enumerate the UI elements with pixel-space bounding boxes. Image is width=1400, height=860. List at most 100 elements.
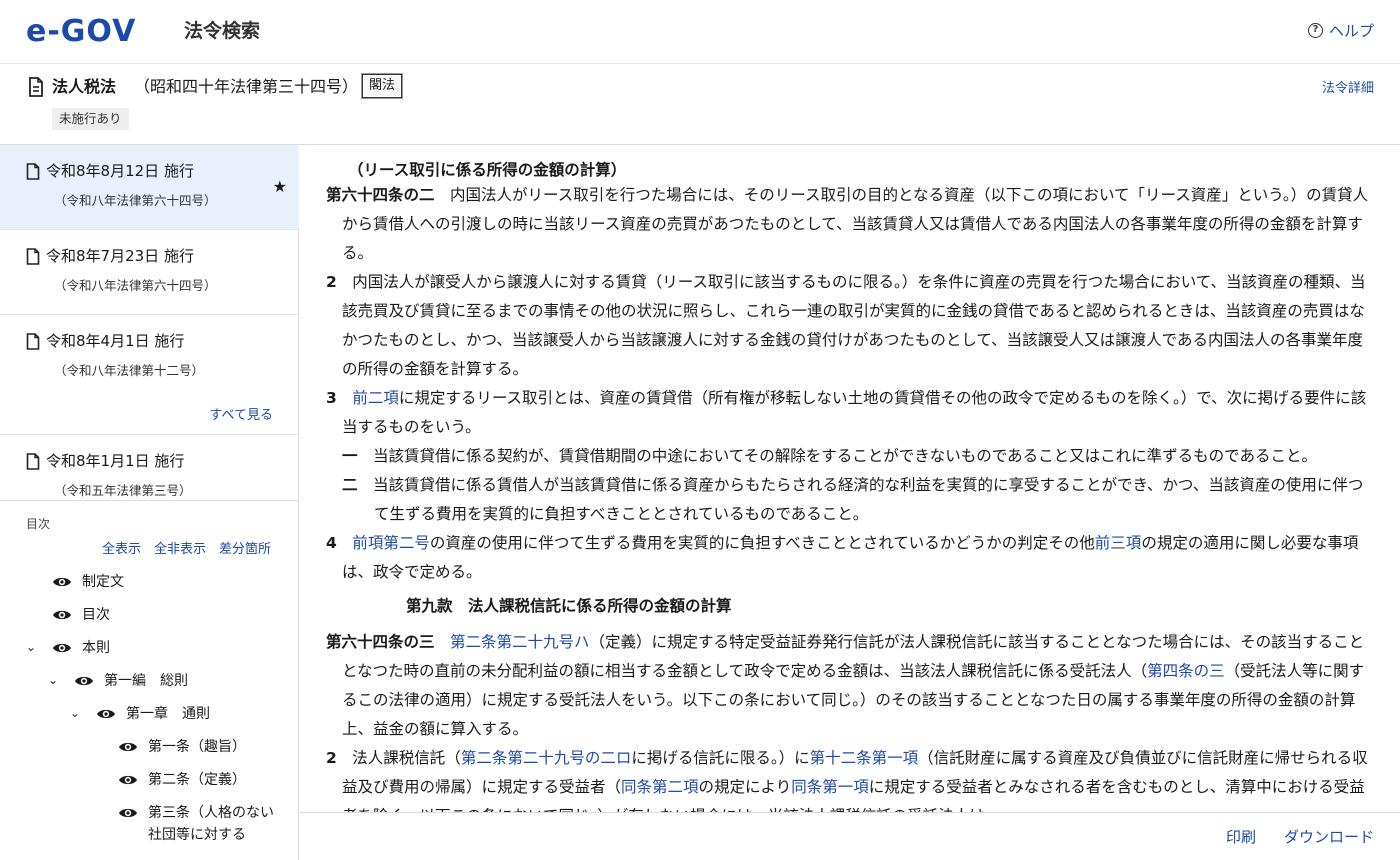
toc-item-label: 制定文	[82, 574, 124, 590]
version-item[interactable]: 令和8年7月23日 施行 （令和八年法律第六十四号）	[0, 230, 299, 315]
chevron-down-icon[interactable]: ⌄	[70, 706, 80, 720]
egov-logo[interactable]: e-GOV	[26, 14, 136, 50]
diff-link[interactable]: 差分箇所	[219, 538, 271, 557]
print-button[interactable]: 印刷	[1226, 826, 1256, 847]
document-icon	[26, 163, 40, 180]
article-paragraph: 第六十四条の三 第二条第二十九号ハ（定義）に規定する特定受益証券発行信託が法人課…	[326, 628, 1370, 744]
paragraph-number: 2	[326, 273, 337, 291]
table-of-contents: 目次 全表示 全非表示 差分箇所 制定文 目次 ⌄ 本則 ⌄ 第一編 総則 ⌄ …	[0, 502, 299, 860]
paragraph-text: に掲げる信託に限る。）に	[631, 749, 810, 767]
eye-icon[interactable]	[52, 641, 72, 655]
section-heading: 第九款 法人課税信託に係る所得の金額の計算	[406, 597, 732, 615]
paragraph-number: 3	[326, 389, 337, 407]
hide-all-link[interactable]: 全非表示	[154, 538, 206, 557]
reference-link[interactable]: 前二項	[352, 389, 399, 407]
version-law: （令和五年法律第三号）	[54, 483, 192, 498]
item-text: 当該賃貸借に係る契約が、賃貸借期間の中途においてその解除をすることができないもの…	[357, 447, 1317, 465]
toc-item-label: 第一章 通則	[126, 706, 210, 722]
toc-item[interactable]: 第一編 総則	[74, 670, 188, 692]
toc-item[interactable]: 第一章 通則	[96, 703, 210, 725]
help-circle-icon: ?	[1307, 23, 1323, 38]
document-icon	[26, 248, 40, 265]
download-button[interactable]: ダウンロード	[1284, 826, 1374, 847]
article-title: 第六十四条の三	[326, 633, 435, 651]
law-type-button[interactable]: 閣法	[362, 74, 403, 98]
toc-item[interactable]: 本則	[52, 637, 110, 659]
action-bar: 印刷 ダウンロード	[300, 812, 1400, 860]
logo-text: e-GOV	[26, 14, 137, 49]
reference-link[interactable]: 前三項	[1095, 534, 1142, 552]
reference-link[interactable]: 第二条第二十九号ハ	[450, 633, 590, 651]
paragraph-text: 内国法人が譲受人から譲渡人に対する賃貸（リース取引に該当するものに限る。）を条件…	[336, 273, 1366, 378]
toc-item[interactable]: 第二条（定義）	[118, 769, 246, 791]
article-caption: （リース取引に係る所得の金額の計算）	[348, 161, 627, 179]
document-icon	[26, 453, 40, 470]
paragraph-number: 2	[326, 749, 337, 767]
star-icon[interactable]: ★	[273, 177, 287, 196]
article-paragraph: 2 法人課税信託（第二条第二十九号の二ロに掲げる信託に限る。）に第十二条第一項（…	[326, 744, 1370, 812]
toc-item[interactable]: 第三条（人格のない社団等に対する	[118, 802, 278, 846]
reference-link[interactable]: 第十二条第一項	[810, 749, 919, 767]
status-badge: 未施行あり	[52, 108, 129, 130]
item-paragraph: 一 当該賃貸借に係る契約が、賃貸借期間の中途においてその解除をすることができない…	[342, 442, 1370, 471]
law-content: （リース取引に係る所得の金額の計算） 第六十四条の二 内国法人がリース取引を行つ…	[326, 159, 1370, 812]
law-name: 法人税法	[52, 77, 117, 96]
toc-label: 目次	[26, 517, 51, 531]
reference-link[interactable]: 同条第二項	[621, 778, 699, 796]
chevron-down-icon[interactable]: ⌄	[48, 673, 58, 687]
article-paragraph: 2 内国法人が譲受人から譲渡人に対する賃貸（リース取引に該当するものに限る。）を…	[326, 268, 1370, 384]
version-law: （令和八年法律第十二号）	[54, 363, 205, 378]
help-link[interactable]: ? ヘルプ	[1307, 20, 1374, 41]
eye-icon[interactable]	[74, 674, 94, 688]
version-law: （令和八年法律第六十四号）	[54, 193, 217, 208]
eye-icon[interactable]	[52, 575, 72, 589]
reference-link[interactable]: 前項第二号	[352, 534, 430, 552]
chevron-down-icon[interactable]: ⌄	[26, 640, 36, 654]
version-list[interactable]: 令和8年8月12日 施行 （令和八年法律第六十四号） ★ 令和8年7月23日 施…	[0, 145, 299, 501]
help-label: ヘルプ	[1328, 22, 1374, 40]
site-header: e-GOV 法令検索 ? ヘルプ	[0, 0, 1400, 64]
toc-item-label: 目次	[82, 607, 110, 623]
sidebar: 令和8年8月12日 施行 （令和八年法律第六十四号） ★ 令和8年7月23日 施…	[0, 145, 299, 860]
toc-actions: 全表示 全非表示 差分箇所	[102, 538, 271, 557]
toc-item-label: 第一編 総則	[104, 673, 188, 689]
toc-item-label: 第一条（趣旨）	[148, 739, 246, 755]
version-title: 令和8年1月1日 施行	[46, 452, 185, 470]
paragraph-text: の規定により	[698, 778, 792, 796]
item-text: 当該賃貸借に係る賃借人が当該賃貸借に係る資産からもたらされる経済的な利益を実質的…	[357, 476, 1364, 523]
document-icon	[29, 77, 43, 97]
toc-item[interactable]: 第一条（趣旨）	[118, 736, 246, 758]
toc-item[interactable]: 制定文	[52, 571, 124, 593]
eye-icon[interactable]	[52, 608, 72, 622]
version-title: 令和8年4月1日 施行	[46, 332, 185, 350]
paragraph-text: に規定するリース取引とは、資産の賃貸借（所有権が移転しない土地の賃貸借その他の政…	[342, 389, 1367, 436]
article-paragraph: 第六十四条の二 内国法人がリース取引を行つた場合には、そのリース取引の目的となる…	[326, 181, 1370, 268]
show-all-link[interactable]: 全表示	[102, 538, 141, 557]
document-icon	[26, 333, 40, 350]
toc-item-label: 第三条（人格のない社団等に対する	[148, 805, 274, 843]
toc-item[interactable]: 目次	[52, 604, 110, 626]
item-number: 一	[342, 447, 358, 465]
toc-item-label: 第二条（定義）	[148, 772, 246, 788]
law-title-bar: 法人税法 （昭和四十年法律第三十四号） 閣法 未施行あり 法令詳細	[0, 64, 1400, 145]
version-title: 令和8年7月23日 施行	[46, 247, 194, 265]
eye-icon[interactable]	[118, 806, 138, 820]
paragraph-text: 法人課税信託（	[336, 749, 461, 767]
reference-link[interactable]: 第四条の三	[1147, 662, 1225, 680]
paragraph-number: 4	[326, 534, 337, 552]
version-item[interactable]: 令和8年8月12日 施行 （令和八年法律第六十四号） ★	[0, 145, 299, 230]
eye-icon[interactable]	[118, 740, 138, 754]
reference-link[interactable]: 第二条第二十九号の二ロ	[461, 749, 632, 767]
app-title: 法令検索	[184, 20, 261, 42]
paragraph-text: の資産の使用に伴つて生ずる費用を実質的に負担すべきこととされているかどうかの判定…	[429, 534, 1095, 552]
item-paragraph: 二 当該賃貸借に係る賃借人が当該賃貸借に係る資産からもたらされる経済的な利益を実…	[342, 471, 1370, 529]
eye-icon[interactable]	[118, 773, 138, 787]
article-title: 第六十四条の二	[326, 186, 435, 204]
reference-link[interactable]: 同条第一項	[791, 778, 869, 796]
version-law: （令和八年法律第六十四号）	[54, 278, 217, 293]
article-paragraph: 4 前項第二号の資産の使用に伴つて生ずる費用を実質的に負担すべきこととされている…	[326, 529, 1370, 587]
eye-icon[interactable]	[96, 707, 116, 721]
see-all-link[interactable]: すべて見る	[209, 407, 273, 425]
law-detail-link[interactable]: 法令詳細	[1322, 80, 1374, 98]
version-item[interactable]: 令和8年1月1日 施行 （令和五年法律第三号）	[0, 435, 299, 500]
